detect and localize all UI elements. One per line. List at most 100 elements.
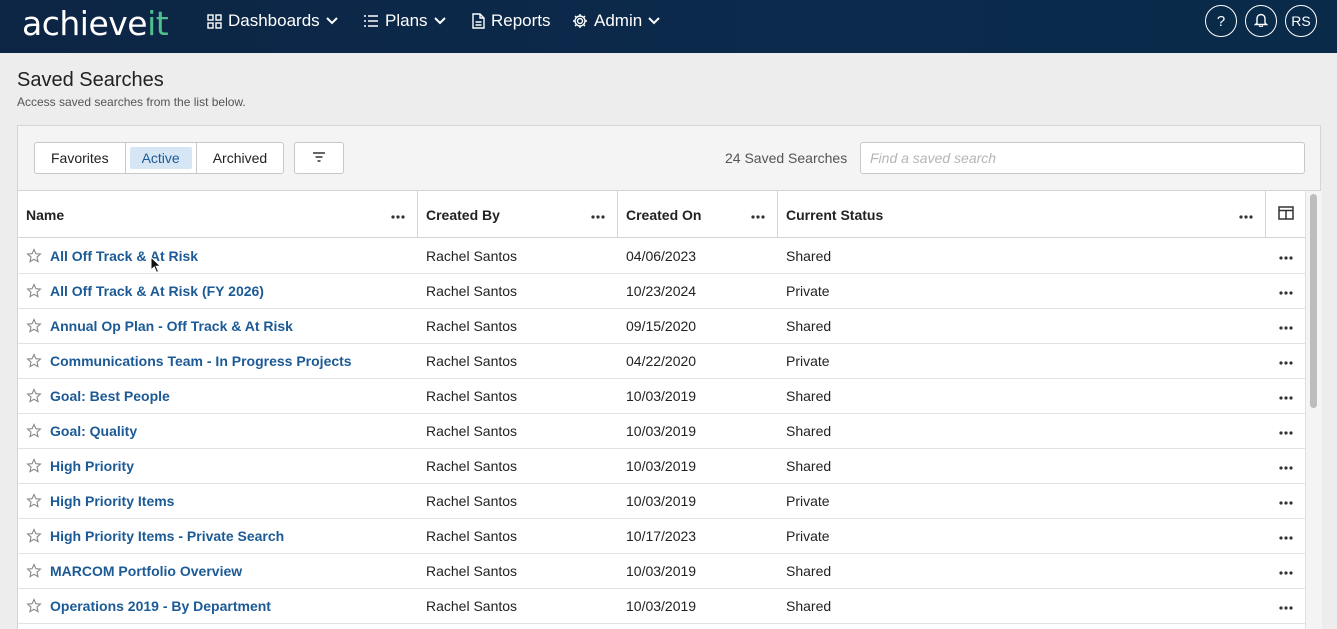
row-menu-icon[interactable] — [1276, 591, 1296, 625]
star-icon[interactable] — [26, 238, 44, 273]
avatar[interactable]: RS — [1285, 5, 1317, 37]
column-header-status-label: Current Status — [786, 206, 884, 223]
star-icon[interactable] — [26, 519, 44, 553]
star-icon[interactable] — [26, 344, 44, 378]
list-icon — [363, 14, 379, 28]
saved-search-link[interactable]: High Priority — [50, 449, 134, 483]
table-row[interactable]: Annual Op Plan - Off Track & At Risk Rach… — [18, 309, 1305, 344]
page-subtitle: Access saved searches from the list belo… — [17, 95, 246, 109]
nav-plans-label: Plans — [385, 11, 428, 30]
star-icon[interactable] — [26, 379, 44, 413]
saved-search-link[interactable]: All Off Track & At Risk — [50, 238, 198, 273]
saved-search-link[interactable]: High Priority Items - Private Search — [50, 519, 284, 553]
help-button[interactable]: ? — [1205, 5, 1237, 37]
nav-reports-label: Reports — [491, 11, 551, 30]
created-on-cell: 10/17/2023 — [626, 528, 697, 544]
saved-search-link[interactable]: MARCOM Portfolio Overview — [50, 554, 242, 588]
star-icon[interactable] — [26, 589, 44, 623]
star-icon[interactable] — [26, 449, 44, 483]
created-on-cell: 10/03/2019 — [626, 598, 697, 614]
nav-plans[interactable]: Plans — [363, 0, 446, 42]
column-menu-icon[interactable] — [1239, 206, 1253, 222]
column-header-created-on-label: Created On — [626, 206, 702, 223]
nav-admin[interactable]: Admin — [572, 0, 660, 42]
column-header-created-on[interactable]: Created On — [618, 191, 778, 238]
bell-icon — [1253, 12, 1269, 31]
tab-favorites[interactable]: Favorites — [35, 143, 126, 173]
saved-search-link[interactable]: Annual Op Plan - Off Track & At Risk — [50, 309, 293, 343]
table-row[interactable]: MARCOM Portfolio Overview Rachel Santos 10… — [18, 554, 1305, 589]
column-header-created-by[interactable]: Created By — [418, 191, 618, 238]
created-on-cell: 10/03/2019 — [626, 423, 697, 439]
row-menu-icon[interactable] — [1276, 556, 1296, 590]
status-cell: Shared — [786, 318, 832, 334]
row-menu-icon[interactable] — [1276, 381, 1296, 415]
created-on-cell: 09/15/2020 — [626, 318, 697, 334]
view-toggle: Favorites Active Archived — [34, 142, 285, 174]
table-row[interactable]: Goal: Best People Rachel Santos 10/03/2019… — [18, 379, 1305, 414]
table-row[interactable]: High Priority Items - Private Search Rach… — [18, 519, 1305, 554]
help-icon: ? — [1216, 12, 1226, 30]
avatar-initials: RS — [1291, 13, 1311, 29]
saved-search-link[interactable]: High Priority Items — [50, 484, 174, 518]
tab-active[interactable]: Active — [126, 143, 197, 173]
row-menu-icon[interactable] — [1276, 240, 1296, 275]
search-input[interactable] — [860, 142, 1305, 174]
star-icon[interactable] — [26, 414, 44, 448]
column-header-name[interactable]: Name — [18, 191, 418, 238]
chevron-down-icon — [648, 17, 660, 25]
table-row[interactable]: Operations 2019 - By Department Rachel Sa… — [18, 589, 1305, 624]
column-header-status[interactable]: Current Status — [778, 191, 1266, 238]
nav-dashboards[interactable]: Dashboards — [207, 0, 338, 42]
row-menu-icon[interactable] — [1276, 346, 1296, 380]
table-row[interactable]: High Priority Rachel Santos 10/03/2019 Shar… — [18, 449, 1305, 484]
filter-button[interactable] — [294, 142, 344, 174]
nav-reports[interactable]: Reports — [472, 0, 551, 42]
status-cell: Shared — [786, 388, 832, 404]
saved-search-link[interactable]: Goal: Quality — [50, 414, 137, 448]
star-icon[interactable] — [26, 484, 44, 518]
table-row[interactable]: All Off Track & At Risk (FY 2026) Rachel … — [18, 274, 1305, 309]
created-by-cell: Rachel Santos — [426, 423, 518, 439]
achieveit-logo[interactable]: achieveit — [22, 4, 169, 43]
row-menu-icon[interactable] — [1276, 276, 1296, 310]
table-row[interactable]: All Off Track & At Risk Rachel Santos 04/0… — [18, 238, 1305, 274]
saved-search-link[interactable]: All Off Track & At Risk (FY 2026) — [50, 274, 264, 308]
tab-archived[interactable]: Archived — [197, 143, 283, 173]
saved-search-link[interactable]: Operations 2019 - By Department — [50, 589, 271, 623]
column-menu-icon[interactable] — [391, 206, 405, 222]
star-icon[interactable] — [26, 274, 44, 308]
scrollbar[interactable] — [1305, 191, 1322, 629]
saved-search-link[interactable]: Goal: Best People — [50, 379, 170, 413]
status-cell: Shared — [786, 458, 832, 474]
row-menu-icon[interactable] — [1276, 486, 1296, 520]
created-by-cell: Rachel Santos — [426, 528, 518, 544]
star-icon[interactable] — [26, 309, 44, 343]
row-menu-icon[interactable] — [1276, 416, 1296, 450]
saved-search-link[interactable]: Communications Team - In Progress Projec… — [50, 344, 352, 378]
saved-search-count: 24 Saved Searches — [725, 150, 848, 166]
created-by-cell: Rachel Santos — [426, 318, 518, 334]
created-on-cell: 10/03/2019 — [626, 563, 697, 579]
row-menu-icon[interactable] — [1276, 451, 1296, 485]
columns-icon — [1277, 206, 1294, 223]
created-by-cell: Rachel Santos — [426, 563, 518, 579]
column-chooser-button[interactable] — [1266, 191, 1305, 238]
scrollbar-thumb[interactable] — [1310, 194, 1317, 408]
column-header-created-by-label: Created By — [426, 206, 500, 223]
notifications-button[interactable] — [1245, 5, 1277, 37]
saved-searches-card: Favorites Active Archived 24 Saved Searc… — [17, 125, 1322, 629]
column-menu-icon[interactable] — [751, 206, 765, 222]
column-menu-icon[interactable] — [591, 206, 605, 222]
star-icon[interactable] — [26, 554, 44, 588]
filter-icon — [312, 150, 326, 166]
created-by-cell: Rachel Santos — [426, 458, 518, 474]
row-menu-icon[interactable] — [1276, 521, 1296, 555]
table-row[interactable]: Communications Team - In Progress Projec… — [18, 344, 1305, 379]
table-row[interactable]: High Priority Items Rachel Santos 10/03/20… — [18, 484, 1305, 519]
row-menu-icon[interactable] — [1276, 311, 1296, 345]
table-row[interactable]: Goal: Quality Rachel Santos 10/03/2019 Shar… — [18, 414, 1305, 449]
column-header-name-label: Name — [26, 206, 65, 223]
created-by-cell: Rachel Santos — [426, 247, 518, 264]
table-body: All Off Track & At Risk Rachel Santos 04/0… — [18, 238, 1305, 624]
